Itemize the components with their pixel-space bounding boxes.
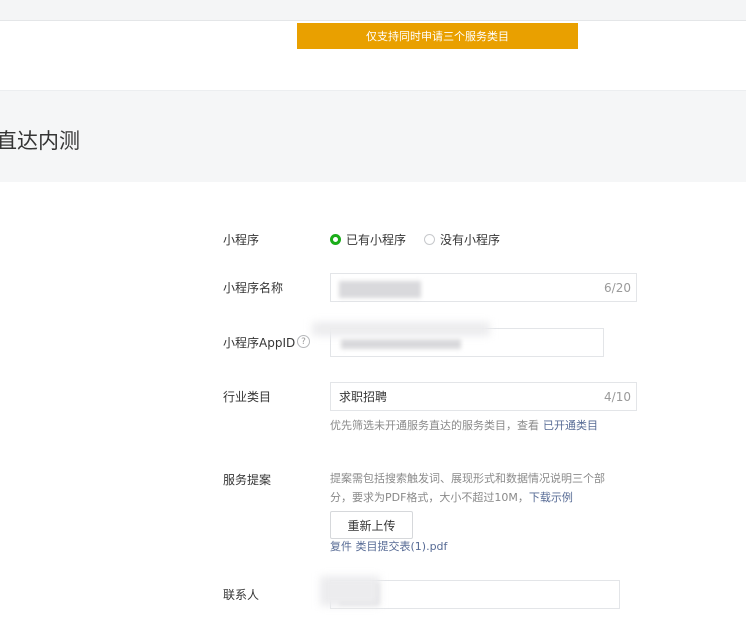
reupload-button[interactable]: 重新上传: [330, 511, 413, 539]
section-title: 直达内测: [0, 129, 80, 153]
help-icon[interactable]: ?: [297, 335, 310, 348]
mini-program-label: 小程序: [223, 233, 260, 247]
mini-program-radio-group: 已有小程序 没有小程序: [330, 231, 518, 248]
redacted-name: [339, 281, 421, 298]
mini-program-name-label: 小程序名称: [223, 281, 284, 295]
mini-program-name-input[interactable]: 6/20: [330, 273, 637, 302]
download-sample-link[interactable]: 下载示例: [529, 491, 573, 504]
proposal-label: 服务提案: [223, 473, 272, 487]
radio-has-mini-program[interactable]: 已有小程序: [330, 231, 406, 248]
uploaded-file[interactable]: 复件 类目提交表(1).pdf: [330, 538, 447, 556]
proposal-hint: 提案需包括搜索触发词、展现形式和数据情况说明三个部 分，要求为PDF格式，大小不…: [330, 469, 630, 507]
industry-value: 求职招聘: [339, 390, 388, 404]
top-toolbar-strip: [0, 0, 746, 21]
industry-hint-text: 优先筛选未开通服务直达的服务类目，查看: [330, 419, 539, 432]
name-counter: 6/20: [604, 280, 631, 295]
radio-unchecked-icon: [424, 234, 436, 245]
industry-label: 行业类目: [223, 390, 272, 404]
industry-counter: 4/10: [604, 389, 631, 404]
redacted-appid-overlay: [312, 322, 490, 336]
radio-checked-icon: [330, 234, 341, 245]
redacted-appid: [341, 339, 461, 349]
banner-text: 仅支持同时申请三个服务类目: [366, 30, 509, 43]
opened-categories-link[interactable]: 已开通类目: [543, 419, 598, 432]
section-header: [0, 90, 746, 182]
file-name: 类目提交表(1).pdf: [355, 540, 448, 553]
appid-label: 小程序AppID: [223, 336, 296, 350]
radio-label-has: 已有小程序: [346, 233, 407, 247]
industry-hint: 优先筛选未开通服务直达的服务类目，查看 已开通类目: [330, 416, 598, 435]
proposal-hint-line2: 分，要求为PDF格式，大小不超过10M，: [330, 491, 529, 504]
industry-input[interactable]: 求职招聘 4/10: [330, 382, 637, 411]
category-limit-banner: 仅支持同时申请三个服务类目: [297, 23, 578, 49]
radio-label-none: 没有小程序: [440, 233, 501, 247]
redacted-contact-overlay: [320, 576, 380, 606]
file-prefix: 复件: [330, 540, 352, 553]
proposal-hint-line1: 提案需包括搜索触发词、展现形式和数据情况说明三个部: [330, 472, 605, 485]
contact-label: 联系人: [223, 588, 260, 602]
radio-no-mini-program[interactable]: 没有小程序: [424, 231, 500, 248]
